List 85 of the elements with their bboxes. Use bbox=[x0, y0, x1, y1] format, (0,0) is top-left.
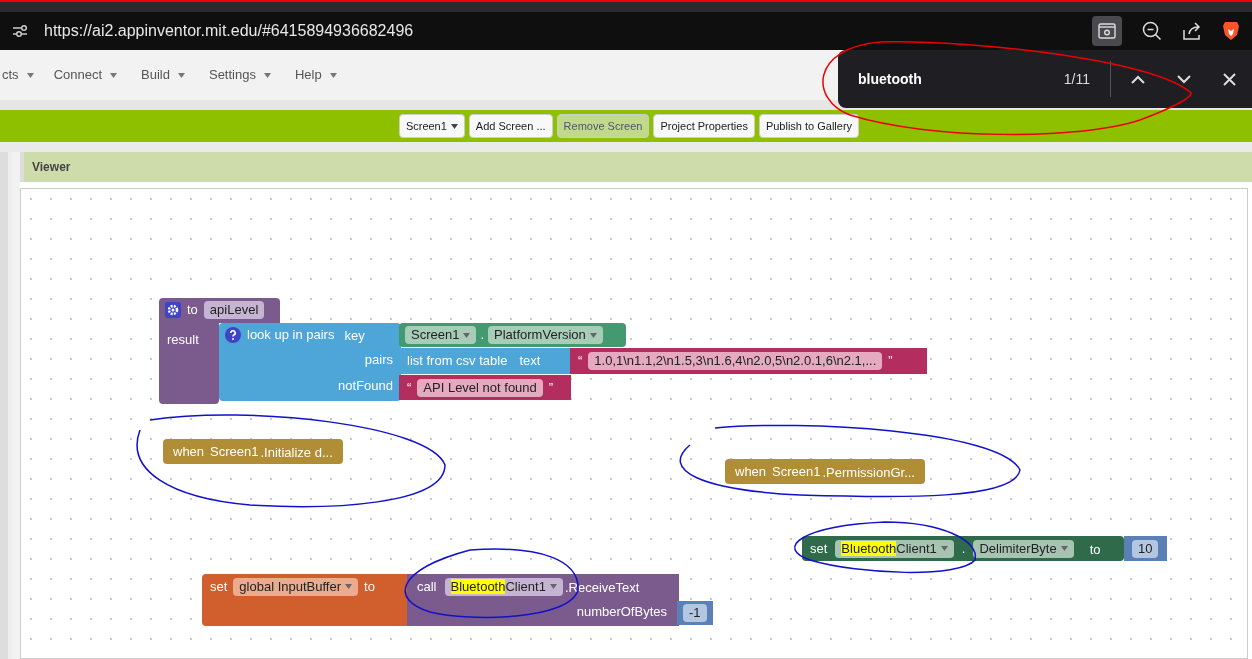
component-dropdown[interactable]: Screen1 bbox=[405, 326, 477, 344]
component-dropdown[interactable]: BluetoothClient1 bbox=[835, 539, 954, 558]
menu-item[interactable]: Build bbox=[141, 65, 185, 85]
block-label: .Initialize d... bbox=[260, 444, 333, 460]
caret-icon bbox=[940, 546, 948, 551]
block-label: text bbox=[519, 352, 541, 371]
method-call-block[interactable]: call BluetoothClient1 .ReceiveText numberOfBytes bbox=[407, 574, 679, 626]
property-getter-block[interactable]: Screen1 . PlatformVersion bbox=[399, 323, 626, 347]
component-dropdown[interactable]: BluetoothClient1 bbox=[444, 577, 563, 596]
caret-icon bbox=[26, 72, 34, 78]
block-label: to bbox=[364, 577, 375, 596]
block-label: numberOfBytes bbox=[576, 602, 667, 621]
toolbar-button[interactable]: Add Screen ... bbox=[468, 114, 553, 138]
block-label: Screen1 bbox=[772, 462, 821, 481]
block-label: list from csv table bbox=[407, 352, 508, 371]
procedure-name[interactable]: apiLevel bbox=[203, 301, 265, 319]
lion-logo-icon[interactable] bbox=[1222, 21, 1240, 41]
block-label: .ReceiveText bbox=[564, 579, 640, 595]
number-block[interactable]: -1 bbox=[677, 601, 713, 625]
help-icon[interactable] bbox=[225, 327, 241, 343]
block-label: call bbox=[417, 577, 437, 596]
text-string-block[interactable]: “ API Level not found ” bbox=[399, 375, 571, 400]
component-name: BluetoothClient1 bbox=[450, 577, 546, 596]
share-icon[interactable] bbox=[1182, 21, 1202, 41]
text-string-block[interactable]: “ 1.0,1\n1.1,2\n1.5,3\n1.6,4\n2.0,5\n2.0.1,6\n2.1,... ” bbox=[570, 348, 927, 374]
chevron-up-icon[interactable] bbox=[1131, 74, 1145, 84]
caret-icon bbox=[345, 584, 352, 589]
caret-icon bbox=[450, 123, 458, 129]
quote-mark: ” bbox=[548, 378, 554, 397]
caret-icon bbox=[463, 332, 471, 338]
procedure-body[interactable]: result bbox=[159, 323, 219, 404]
block-label: key bbox=[344, 328, 365, 343]
block-label: .PermissionGr... bbox=[822, 464, 915, 480]
caret-icon bbox=[263, 72, 271, 78]
caret-icon bbox=[110, 72, 118, 78]
url-text[interactable]: https://ai2.appinventor.mit.edu/#6415894936682496 bbox=[44, 19, 414, 43]
block-label: to bbox=[1089, 541, 1101, 557]
caret-icon bbox=[177, 72, 185, 78]
chevron-down-icon[interactable] bbox=[1177, 74, 1191, 84]
caret-icon bbox=[1060, 546, 1068, 551]
text-value[interactable]: API Level not found bbox=[417, 378, 543, 397]
block-label: result bbox=[167, 332, 199, 347]
block-label: to bbox=[187, 301, 198, 320]
block-label: . bbox=[480, 326, 485, 345]
match-count: 1/11 bbox=[1063, 69, 1090, 89]
number-value[interactable]: -1 bbox=[683, 604, 707, 622]
number-block[interactable]: 10 bbox=[1124, 536, 1167, 561]
caret-icon bbox=[549, 584, 557, 589]
menu-item[interactable]: Help bbox=[294, 65, 337, 85]
viewer-header: Viewer bbox=[20, 152, 1252, 182]
caret-icon bbox=[329, 72, 337, 78]
block-label: . bbox=[961, 539, 966, 558]
toolbar-button[interactable]: Publish to Gallery bbox=[758, 114, 860, 138]
block-label: look up in pairs bbox=[247, 326, 335, 345]
menu-item[interactable]: cts bbox=[2, 65, 34, 85]
block-label: Screen1 bbox=[210, 442, 259, 461]
gear-icon[interactable] bbox=[165, 302, 181, 318]
quote-mark: ” bbox=[888, 352, 893, 371]
property-dropdown[interactable]: PlatformVersion bbox=[488, 326, 603, 344]
number-value[interactable]: 10 bbox=[1132, 539, 1159, 558]
component-name: BluetoothClient1 bbox=[841, 539, 937, 558]
property-dropdown[interactable]: DelimiterByte bbox=[973, 539, 1074, 558]
block-label: notFound bbox=[338, 377, 393, 396]
block-label: pairs bbox=[364, 351, 393, 370]
close-icon[interactable] bbox=[1223, 72, 1236, 86]
find-query[interactable]: bluetooth bbox=[858, 68, 922, 90]
settings-icon[interactable] bbox=[12, 24, 28, 38]
caret-icon bbox=[589, 332, 597, 338]
block-label: set bbox=[810, 539, 828, 558]
zoom-out-icon[interactable] bbox=[1142, 21, 1162, 41]
menu-item[interactable]: Connect bbox=[53, 65, 118, 85]
menu-item[interactable]: Settings bbox=[208, 65, 271, 85]
toolbar-button[interactable]: Project Properties bbox=[653, 114, 755, 138]
block-label: when bbox=[173, 442, 205, 461]
setter-block[interactable]: set BluetoothClient1 . DelimiterByte to bbox=[802, 536, 1124, 561]
block-label: set bbox=[210, 577, 228, 596]
toolbar-button[interactable]: Screen1 bbox=[398, 114, 465, 138]
variable-setter-block[interactable]: set global InputBuffer to bbox=[202, 574, 407, 626]
procedure-header[interactable]: to apiLevel bbox=[159, 298, 280, 323]
text-value[interactable]: 1.0,1\n1.1,2\n1.5,3\n1.6,4\n2.0,5\n2.0.1,6\n2.1,... bbox=[588, 352, 883, 370]
quote-mark: “ bbox=[407, 378, 412, 397]
variable-dropdown[interactable]: global InputBuffer bbox=[233, 577, 358, 596]
reader-icon[interactable] bbox=[1092, 16, 1122, 46]
quote-mark: “ bbox=[578, 352, 583, 371]
block-label: when bbox=[735, 462, 767, 481]
